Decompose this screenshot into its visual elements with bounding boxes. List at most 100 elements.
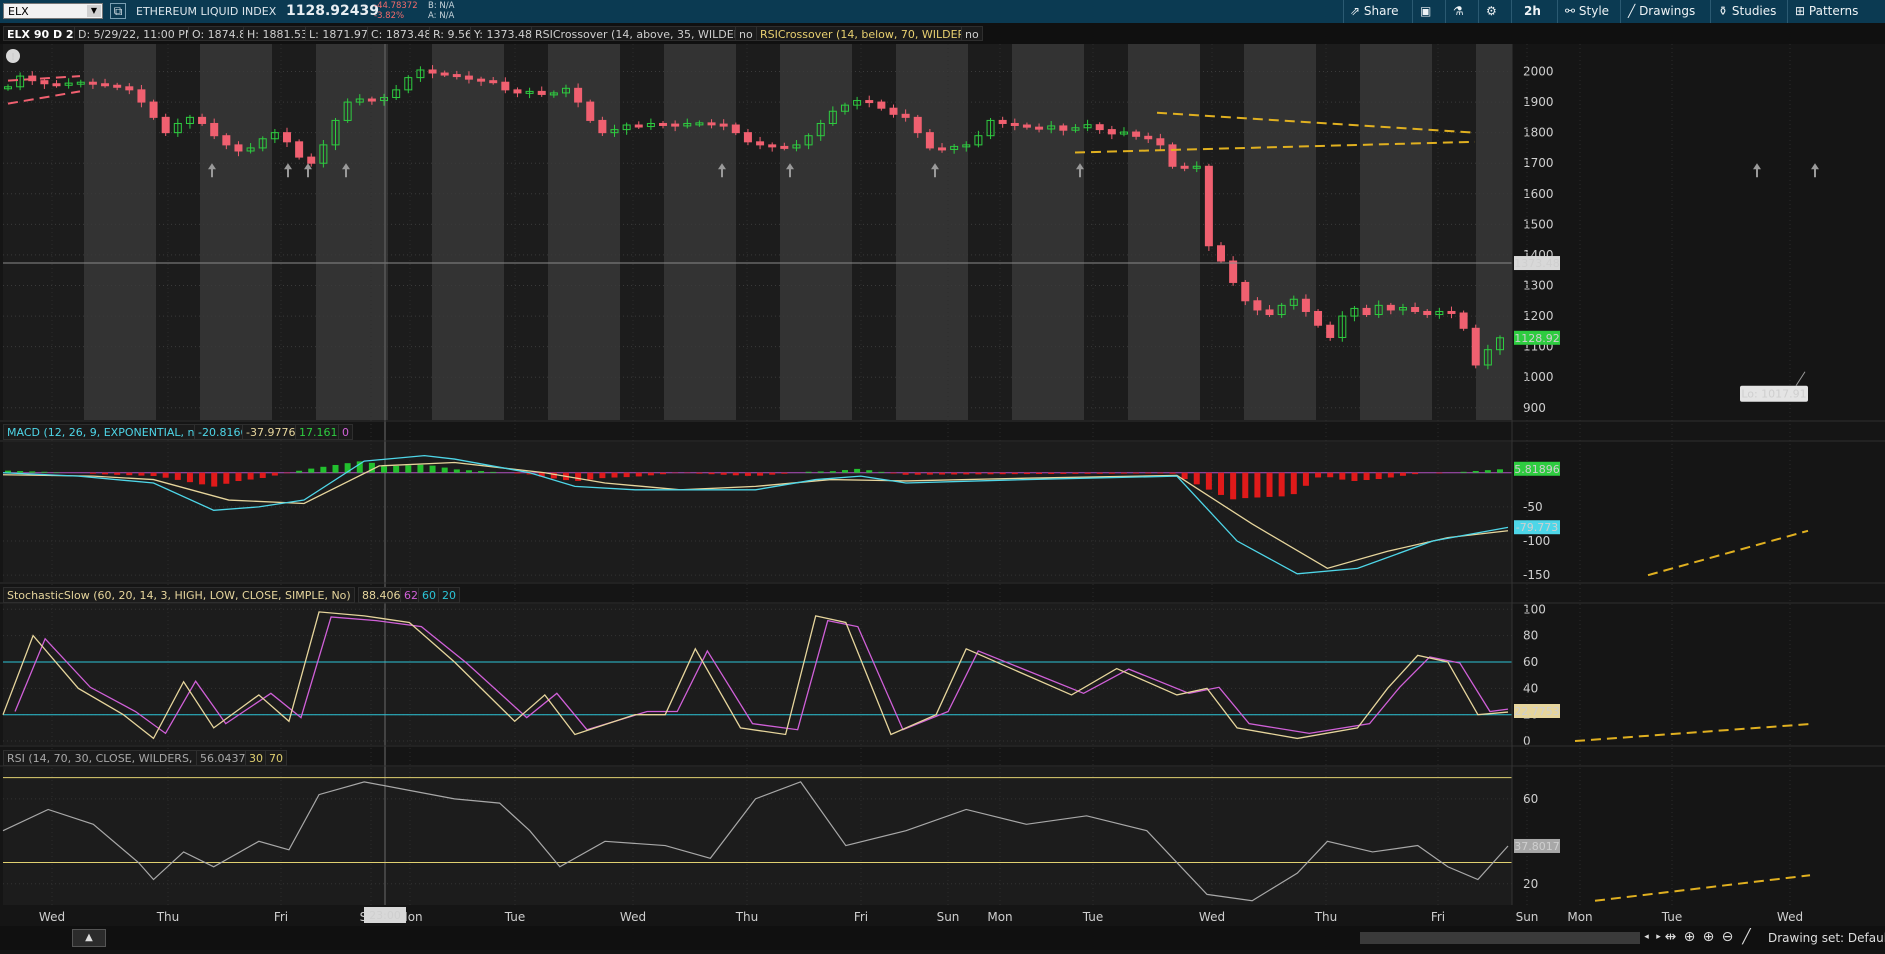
scroll-home-button[interactable]: ▲: [72, 929, 106, 947]
macd-histogram-bar: [902, 472, 909, 475]
macd-histogram-bar: [405, 465, 412, 473]
pane-rsi-background: [3, 767, 1512, 905]
macd-histogram-bar: [478, 471, 485, 473]
candle-body: [367, 98, 376, 102]
candle-body: [307, 156, 316, 164]
macd-histogram-bar: [939, 472, 946, 475]
macd-histogram-bar: [1011, 472, 1018, 475]
horizontal-scrollbar[interactable]: [1360, 932, 1640, 944]
price-axis-tick: 1300: [1523, 278, 1554, 292]
session-band: [1128, 44, 1200, 420]
macd-histogram-bar: [890, 472, 897, 474]
zoom-in-icon[interactable]: ⊕: [1700, 929, 1717, 946]
crosshair-price-label: 1373.48: [1514, 257, 1560, 270]
candle-body: [137, 89, 146, 103]
alert-icon-mark: !: [11, 52, 16, 63]
macd-histogram-bar: [259, 472, 266, 478]
signal-arrow-icon: [1811, 163, 1819, 178]
macd-histogram-bar: [854, 468, 861, 473]
bottom-bar: ▲ ◂ ▸ ⇹ ⊕ ⊕ ⊖ ╱ Drawing set: Default: [0, 926, 1885, 950]
candle-body: [1265, 309, 1274, 316]
macd-histogram-bar: [174, 472, 181, 480]
candle-body: [1314, 310, 1323, 326]
macd-histogram-bar: [817, 471, 824, 473]
crosshair-time-label: 23:00: [369, 909, 401, 922]
candle-body: [1241, 281, 1250, 302]
macd-histogram-bar: [951, 472, 958, 475]
candle-body: [198, 116, 207, 124]
macd-histogram-bar: [805, 471, 812, 473]
macd-histogram-bar: [829, 471, 836, 473]
session-band: [548, 44, 620, 420]
candle-body: [768, 144, 777, 148]
candle-body: [1180, 165, 1189, 169]
candle-body: [88, 81, 97, 85]
macd-histogram-bar: [1120, 472, 1127, 474]
macd-histogram-bar: [29, 471, 36, 473]
rsi-oversold: 30: [245, 750, 267, 766]
expand-icon[interactable]: ⇹: [1662, 929, 1679, 946]
macd-histogram-bar: [271, 472, 278, 476]
zoom-out-icon[interactable]: ⊖: [1719, 929, 1736, 946]
time-axis-tick: Mon: [1567, 910, 1592, 924]
macd-histogram-bar: [320, 466, 327, 473]
macd-histogram-bar: [381, 466, 388, 473]
candle-body: [52, 83, 61, 87]
macd-histogram-bar: [393, 465, 400, 473]
macd-histogram-bar: [223, 472, 230, 484]
candle-body: [901, 113, 910, 118]
macd-histogram-bar: [647, 472, 654, 476]
macd-histogram-bar: [441, 467, 448, 473]
stoch-axis-tick: 40: [1523, 681, 1538, 695]
macd-histogram-bar: [599, 472, 606, 479]
macd-histogram-bar: [429, 465, 436, 473]
macd-label[interactable]: MACD (12, 26, 9, EXPONENTIAL, no): [3, 424, 210, 440]
crosshair-icon[interactable]: ⊕: [1681, 929, 1698, 946]
candle-body: [1362, 307, 1371, 316]
stoch-label[interactable]: StochasticSlow (60, 20, 14, 3, HIGH, LOW…: [3, 587, 355, 603]
price-axis-tick: 1500: [1523, 217, 1554, 231]
candle-body: [998, 119, 1007, 124]
chart-canvas[interactable]: 9001000110012001300140015001600170018001…: [0, 0, 1885, 926]
candle-body: [1471, 327, 1480, 366]
stoch-axis-tick: 60: [1523, 655, 1538, 669]
macd-histogram-bar: [417, 464, 424, 473]
macd-histogram-bar: [1302, 472, 1309, 486]
candle-body: [464, 75, 473, 80]
drawing-set[interactable]: Drawing set: Default: [1768, 926, 1885, 950]
macd-histogram-bar: [720, 472, 727, 475]
candle-body: [731, 124, 740, 134]
session-band: [432, 44, 504, 420]
candle-body: [756, 141, 765, 146]
macd-zero-value: 0: [338, 424, 353, 440]
macd-last-label: -79.773: [1516, 521, 1558, 534]
session-band: [1476, 44, 1512, 420]
macd-avg-value: -37.9776: [242, 424, 300, 440]
candle-body: [161, 116, 170, 134]
candle-body: [489, 80, 498, 84]
macd-histogram-bar: [999, 472, 1006, 475]
candle-body: [707, 122, 716, 126]
low-label: Lo: 1017.91: [1741, 388, 1806, 401]
draw-line-icon[interactable]: ╱: [1738, 929, 1755, 946]
candle-body: [889, 107, 898, 115]
session-band: [896, 44, 968, 420]
candle-body: [428, 69, 437, 74]
candle-body: [1229, 260, 1238, 283]
candle-body: [719, 123, 728, 127]
macd-histogram-bar: [138, 472, 145, 476]
candle-body: [1168, 144, 1177, 167]
macd-histogram-bar: [1023, 472, 1030, 475]
macd-histogram-bar: [199, 472, 206, 485]
macd-histogram-bar: [247, 472, 254, 480]
candle-body: [1022, 124, 1031, 128]
macd-histogram-bar: [696, 472, 703, 474]
candle-body: [1156, 138, 1165, 146]
candle-body: [1035, 126, 1044, 130]
macd-histogram-bar: [1387, 472, 1394, 478]
rsi-label[interactable]: RSI (14, 70, 30, CLOSE, WILDERS, no): [3, 750, 218, 766]
last-price-label: 1128.92: [1514, 332, 1560, 345]
time-axis-tick: Fri: [854, 910, 868, 924]
candle-body: [477, 78, 486, 82]
stoch-over-sold: 20: [438, 587, 460, 603]
